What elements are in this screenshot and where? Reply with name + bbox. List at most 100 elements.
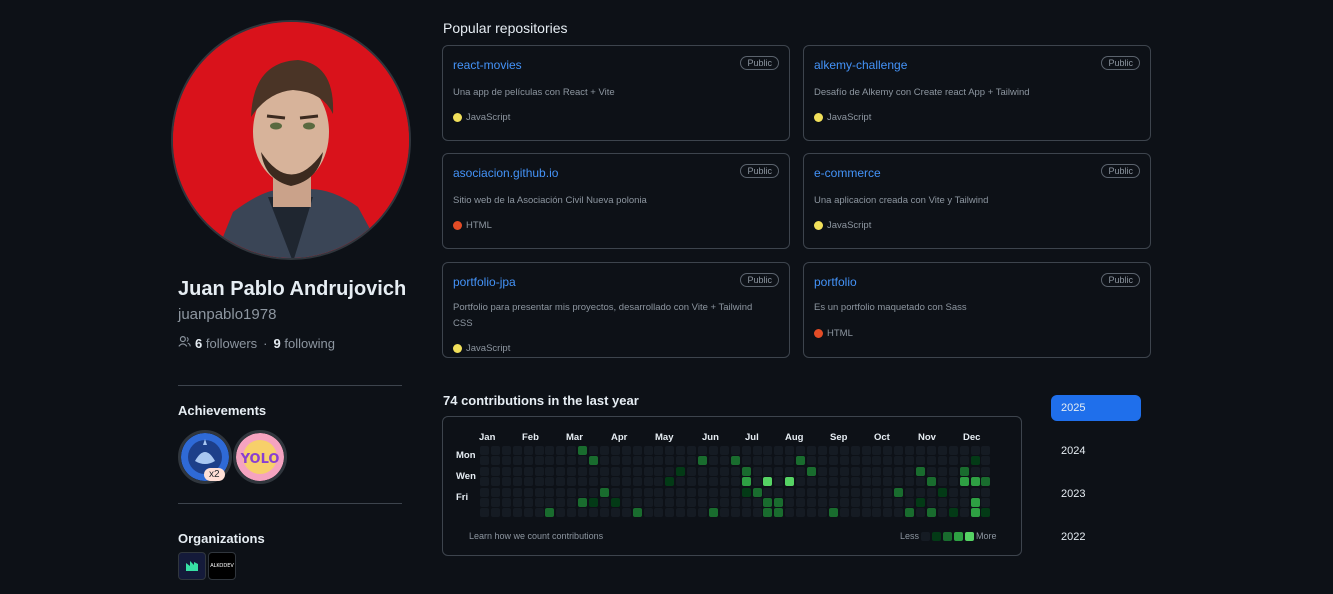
- contribution-cell[interactable]: [948, 446, 958, 455]
- contribution-cell[interactable]: [785, 466, 795, 476]
- contribution-cell[interactable]: [567, 456, 577, 466]
- contribution-cell[interactable]: [621, 446, 631, 455]
- contribution-cell[interactable]: [480, 508, 489, 518]
- contribution-cell[interactable]: [872, 446, 882, 455]
- contribution-cell[interactable]: [883, 487, 893, 497]
- contribution-cell[interactable]: [741, 456, 751, 466]
- contribution-cell[interactable]: [970, 508, 980, 518]
- contribution-cell[interactable]: [959, 508, 969, 518]
- contribution-cell[interactable]: [578, 487, 588, 497]
- contribution-cell[interactable]: [567, 487, 577, 497]
- contribution-cell[interactable]: [523, 508, 533, 518]
- contribution-cell[interactable]: [523, 487, 533, 497]
- contribution-cell[interactable]: [654, 498, 664, 507]
- contribution-cell[interactable]: [654, 446, 664, 455]
- contribution-cell[interactable]: [599, 487, 609, 497]
- contribution-cell[interactable]: [741, 487, 751, 497]
- contribution-cell[interactable]: [937, 456, 947, 466]
- contribution-cell[interactable]: [698, 487, 707, 497]
- contribution-cell[interactable]: [698, 466, 707, 476]
- contribution-cell[interactable]: [807, 466, 816, 476]
- contribution-cell[interactable]: [480, 446, 489, 455]
- contribution-cell[interactable]: [763, 466, 773, 476]
- contribution-cell[interactable]: [621, 477, 631, 487]
- contribution-cell[interactable]: [534, 498, 544, 507]
- contribution-cell[interactable]: [828, 487, 838, 497]
- contribution-cell[interactable]: [501, 487, 511, 497]
- contribution-cell[interactable]: [523, 466, 533, 476]
- repo-name-link[interactable]: asociacion.github.io: [453, 166, 558, 180]
- contribution-cell[interactable]: [741, 477, 751, 487]
- contribution-cell[interactable]: [687, 466, 697, 476]
- contribution-cell[interactable]: [589, 498, 598, 507]
- contribution-cell[interactable]: [828, 466, 838, 476]
- contribution-cell[interactable]: [545, 498, 555, 507]
- contribution-cell[interactable]: [796, 477, 806, 487]
- contribution-cell[interactable]: [719, 498, 729, 507]
- contribution-cell[interactable]: [480, 487, 489, 497]
- year-button-2023[interactable]: 2023: [1051, 481, 1141, 507]
- contribution-cell[interactable]: [796, 466, 806, 476]
- contribution-cell[interactable]: [708, 446, 718, 455]
- contribution-cell[interactable]: [872, 456, 882, 466]
- contribution-cell[interactable]: [970, 487, 980, 497]
- contribution-cell[interactable]: [926, 487, 936, 497]
- contribution-cell[interactable]: [839, 508, 849, 518]
- contribution-cell[interactable]: [523, 498, 533, 507]
- contribution-cell[interactable]: [480, 456, 489, 466]
- contribution-cell[interactable]: [981, 487, 991, 497]
- contribution-cell[interactable]: [785, 477, 795, 487]
- contribution-cell[interactable]: [621, 456, 631, 466]
- contribution-cell[interactable]: [883, 508, 893, 518]
- contribution-cell[interactable]: [556, 466, 566, 476]
- contribution-cell[interactable]: [621, 487, 631, 497]
- contribution-cell[interactable]: [817, 498, 827, 507]
- contribution-cell[interactable]: [763, 456, 773, 466]
- contribution-cell[interactable]: [534, 487, 544, 497]
- contribution-cell[interactable]: [861, 487, 871, 497]
- contribution-cell[interactable]: [752, 498, 762, 507]
- contribution-cell[interactable]: [959, 487, 969, 497]
- contribution-cell[interactable]: [785, 446, 795, 455]
- contribution-cell[interactable]: [545, 456, 555, 466]
- contribution-cell[interactable]: [687, 446, 697, 455]
- contribution-cell[interactable]: [687, 498, 697, 507]
- contribution-cell[interactable]: [937, 466, 947, 476]
- contribution-cell[interactable]: [512, 498, 522, 507]
- contribution-cell[interactable]: [512, 477, 522, 487]
- contribution-cell[interactable]: [512, 456, 522, 466]
- contribution-cell[interactable]: [785, 487, 795, 497]
- contribution-cell[interactable]: [501, 508, 511, 518]
- contribution-cell[interactable]: [643, 446, 653, 455]
- contribution-cell[interactable]: [490, 477, 500, 487]
- contribution-cell[interactable]: [905, 456, 915, 466]
- contribution-cell[interactable]: [556, 477, 566, 487]
- contribution-cell[interactable]: [872, 487, 882, 497]
- contribution-cell[interactable]: [948, 508, 958, 518]
- contribution-cell[interactable]: [937, 487, 947, 497]
- contribution-cell[interactable]: [916, 477, 925, 487]
- contribution-cell[interactable]: [632, 446, 642, 455]
- contribution-cell[interactable]: [730, 498, 740, 507]
- contribution-cell[interactable]: [807, 498, 816, 507]
- org-alkemy[interactable]: [178, 552, 206, 580]
- contribution-cell[interactable]: [610, 456, 620, 466]
- contribution-cell[interactable]: [905, 477, 915, 487]
- contribution-cell[interactable]: [654, 477, 664, 487]
- contribution-cell[interactable]: [501, 456, 511, 466]
- contribution-cell[interactable]: [839, 477, 849, 487]
- contribution-cell[interactable]: [796, 487, 806, 497]
- contribution-cell[interactable]: [480, 498, 489, 507]
- contribution-cell[interactable]: [665, 477, 675, 487]
- contribution-cell[interactable]: [774, 456, 784, 466]
- contribution-cell[interactable]: [839, 456, 849, 466]
- contribution-cell[interactable]: [567, 446, 577, 455]
- following-link[interactable]: 9 following: [274, 336, 335, 351]
- contribution-cell[interactable]: [981, 456, 991, 466]
- contribution-cell[interactable]: [807, 487, 816, 497]
- contribution-cell[interactable]: [905, 508, 915, 518]
- contribution-cell[interactable]: [752, 456, 762, 466]
- contribution-cell[interactable]: [545, 466, 555, 476]
- contribution-cell[interactable]: [861, 456, 871, 466]
- contribution-cell[interactable]: [970, 477, 980, 487]
